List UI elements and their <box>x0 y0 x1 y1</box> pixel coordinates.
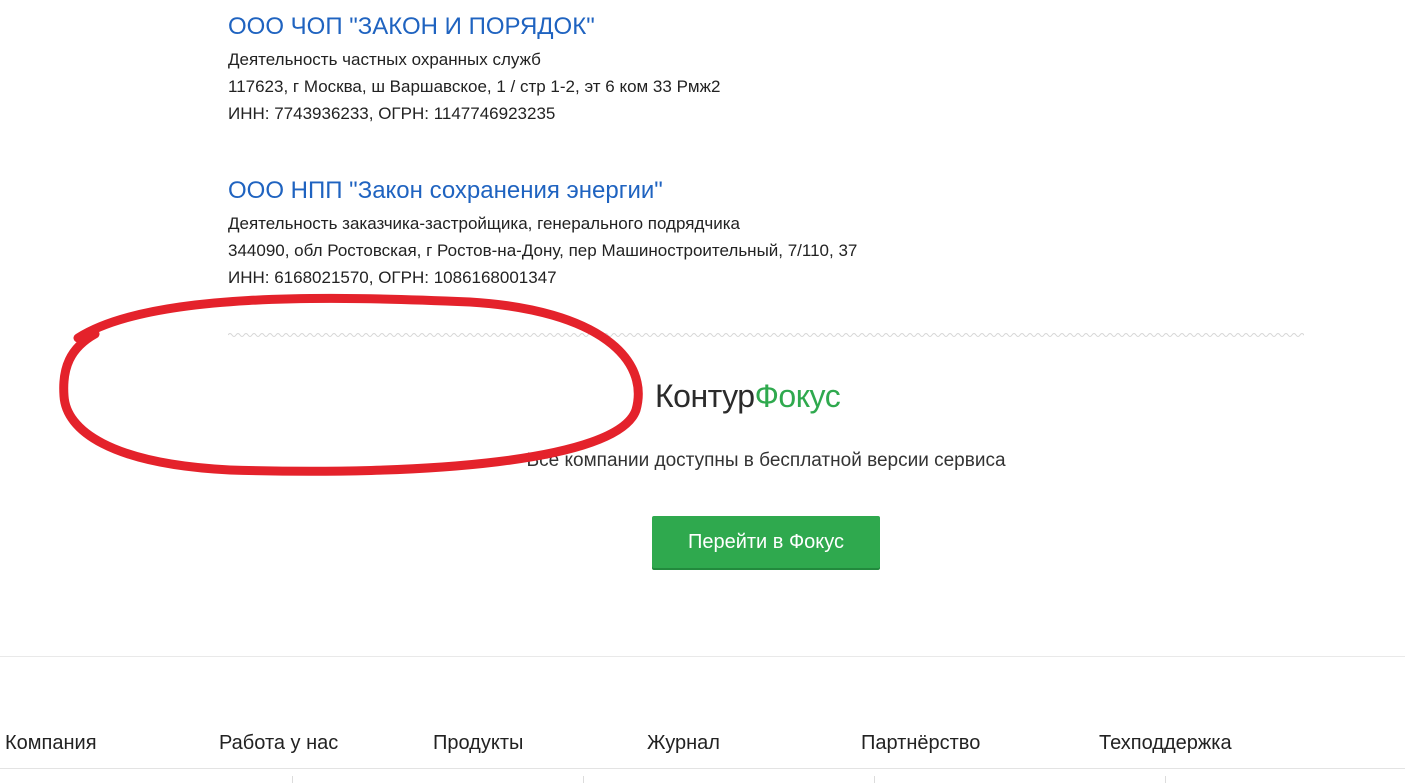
company-title-link[interactable]: ООО НПП "Закон сохранения энергии" <box>228 176 857 206</box>
company-address: 117623, г Москва, ш Варшавское, 1 / стр … <box>228 77 721 96</box>
footer-link-partnership[interactable]: Партнёрство <box>861 732 980 755</box>
kontur-focus-logo: КонтурФокус <box>655 378 841 415</box>
footer-separator <box>874 776 875 783</box>
footer-separator <box>292 776 293 783</box>
company-ids: ИНН: 7743936233, ОГРН: 1147746923235 <box>228 104 556 123</box>
company-address: 344090, обл Ростовская, г Ростов-на-Дону… <box>228 241 858 260</box>
footer-separator <box>583 776 584 783</box>
footer-link-journal[interactable]: Журнал <box>647 732 720 755</box>
brand-kontur: Контур <box>655 378 755 414</box>
brand-focus: Фокус <box>754 378 841 414</box>
red-ellipse-stroke <box>59 293 643 476</box>
company-result: ООО НПП "Закон сохранения энергии" Деяте… <box>228 176 857 291</box>
company-activity: Деятельность частных охранных служб <box>228 50 541 69</box>
footer-nav: Компания Работа у нас Продукты Журнал Па… <box>0 732 1405 762</box>
company-ids: ИНН: 6168021570, ОГРН: 1086168001347 <box>228 268 557 287</box>
company-result: ООО ЧОП "ЗАКОН И ПОРЯДОК" Деятельность ч… <box>228 12 720 127</box>
footer-link-company[interactable]: Компания <box>5 732 97 755</box>
footer-link-careers[interactable]: Работа у нас <box>219 732 338 755</box>
wavy-divider <box>228 333 1304 337</box>
page: ООО ЧОП "ЗАКОН И ПОРЯДОК" Деятельность ч… <box>0 0 1405 783</box>
footer-separator <box>1165 776 1166 783</box>
company-activity: Деятельность заказчика-застройщика, гене… <box>228 214 740 233</box>
company-title-link[interactable]: ООО ЧОП "ЗАКОН И ПОРЯДОК" <box>228 12 720 42</box>
footer-link-support[interactable]: Техподдержка <box>1099 732 1232 755</box>
footer-link-products[interactable]: Продукты <box>433 732 523 755</box>
footer-bottom-divider <box>0 768 1405 769</box>
promo-tagline: Все компании доступны в бесплатной верси… <box>526 450 1006 471</box>
footer-divider <box>0 656 1405 657</box>
go-to-focus-button[interactable]: Перейти в Фокус <box>652 516 880 568</box>
